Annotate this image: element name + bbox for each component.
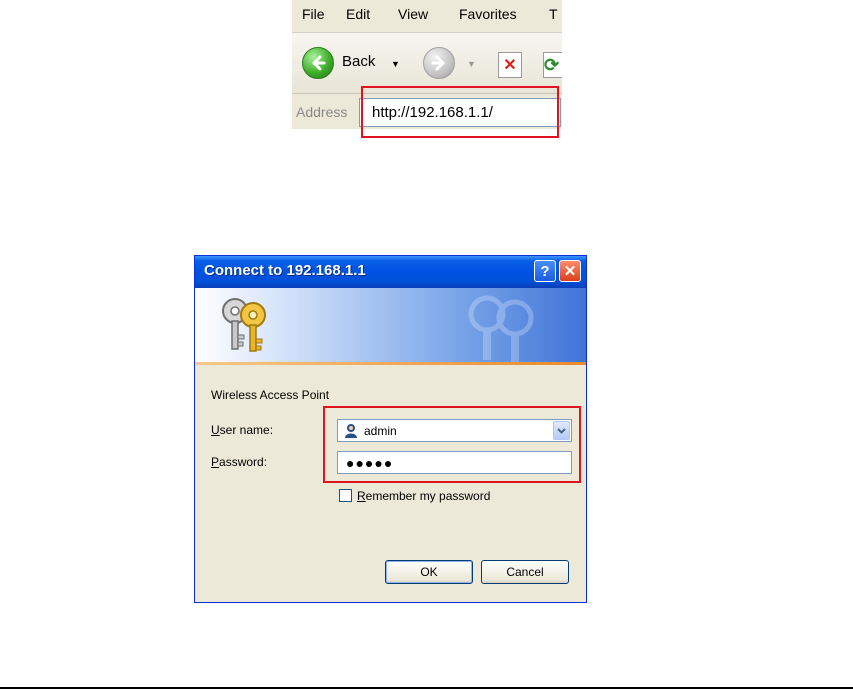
back-dropdown-icon[interactable]: ▼ — [391, 59, 400, 69]
cancel-button[interactable]: Cancel — [481, 560, 569, 584]
menu-bar: File Edit View Favorites T — [292, 0, 562, 33]
address-label: Address — [296, 104, 348, 120]
credentials-highlight-box — [323, 406, 581, 483]
menu-view[interactable]: View — [398, 6, 428, 22]
password-label: Password: — [211, 455, 268, 469]
dialog-titlebar[interactable]: Connect to 192.168.1.1 ? ✕ — [195, 256, 586, 288]
watermark-keys-icon — [468, 295, 534, 362]
toolbar: Back ▼ ▼ ✕ ⟳ — [292, 33, 562, 94]
forward-arrow-icon[interactable] — [423, 47, 455, 79]
page-bottom-rule — [0, 687, 853, 689]
url-highlight-box — [361, 86, 559, 138]
menu-tools-partial[interactable]: T — [549, 6, 558, 22]
menu-file[interactable]: File — [302, 6, 325, 22]
menu-favorites[interactable]: Favorites — [459, 6, 517, 22]
refresh-icon[interactable]: ⟳ — [543, 52, 562, 78]
remember-password-checkbox[interactable] — [339, 489, 352, 502]
device-name-label: Wireless Access Point — [211, 388, 330, 402]
close-icon[interactable]: ✕ — [559, 260, 581, 282]
forward-dropdown-icon[interactable]: ▼ — [467, 59, 476, 69]
username-label: User name: — [211, 423, 274, 437]
banner-accent-strip — [195, 362, 586, 365]
keys-icon — [222, 298, 266, 352]
back-button-label[interactable]: Back — [342, 53, 375, 70]
ok-button[interactable]: OK — [385, 560, 473, 584]
dialog-banner — [195, 288, 586, 362]
help-icon[interactable]: ? — [534, 260, 556, 282]
menu-edit[interactable]: Edit — [346, 6, 370, 22]
back-arrow-icon[interactable] — [302, 47, 334, 79]
remember-password-label[interactable]: Remember my password — [357, 489, 490, 503]
dialog-title: Connect to 192.168.1.1 — [204, 262, 366, 279]
stop-icon[interactable]: ✕ — [498, 52, 522, 78]
